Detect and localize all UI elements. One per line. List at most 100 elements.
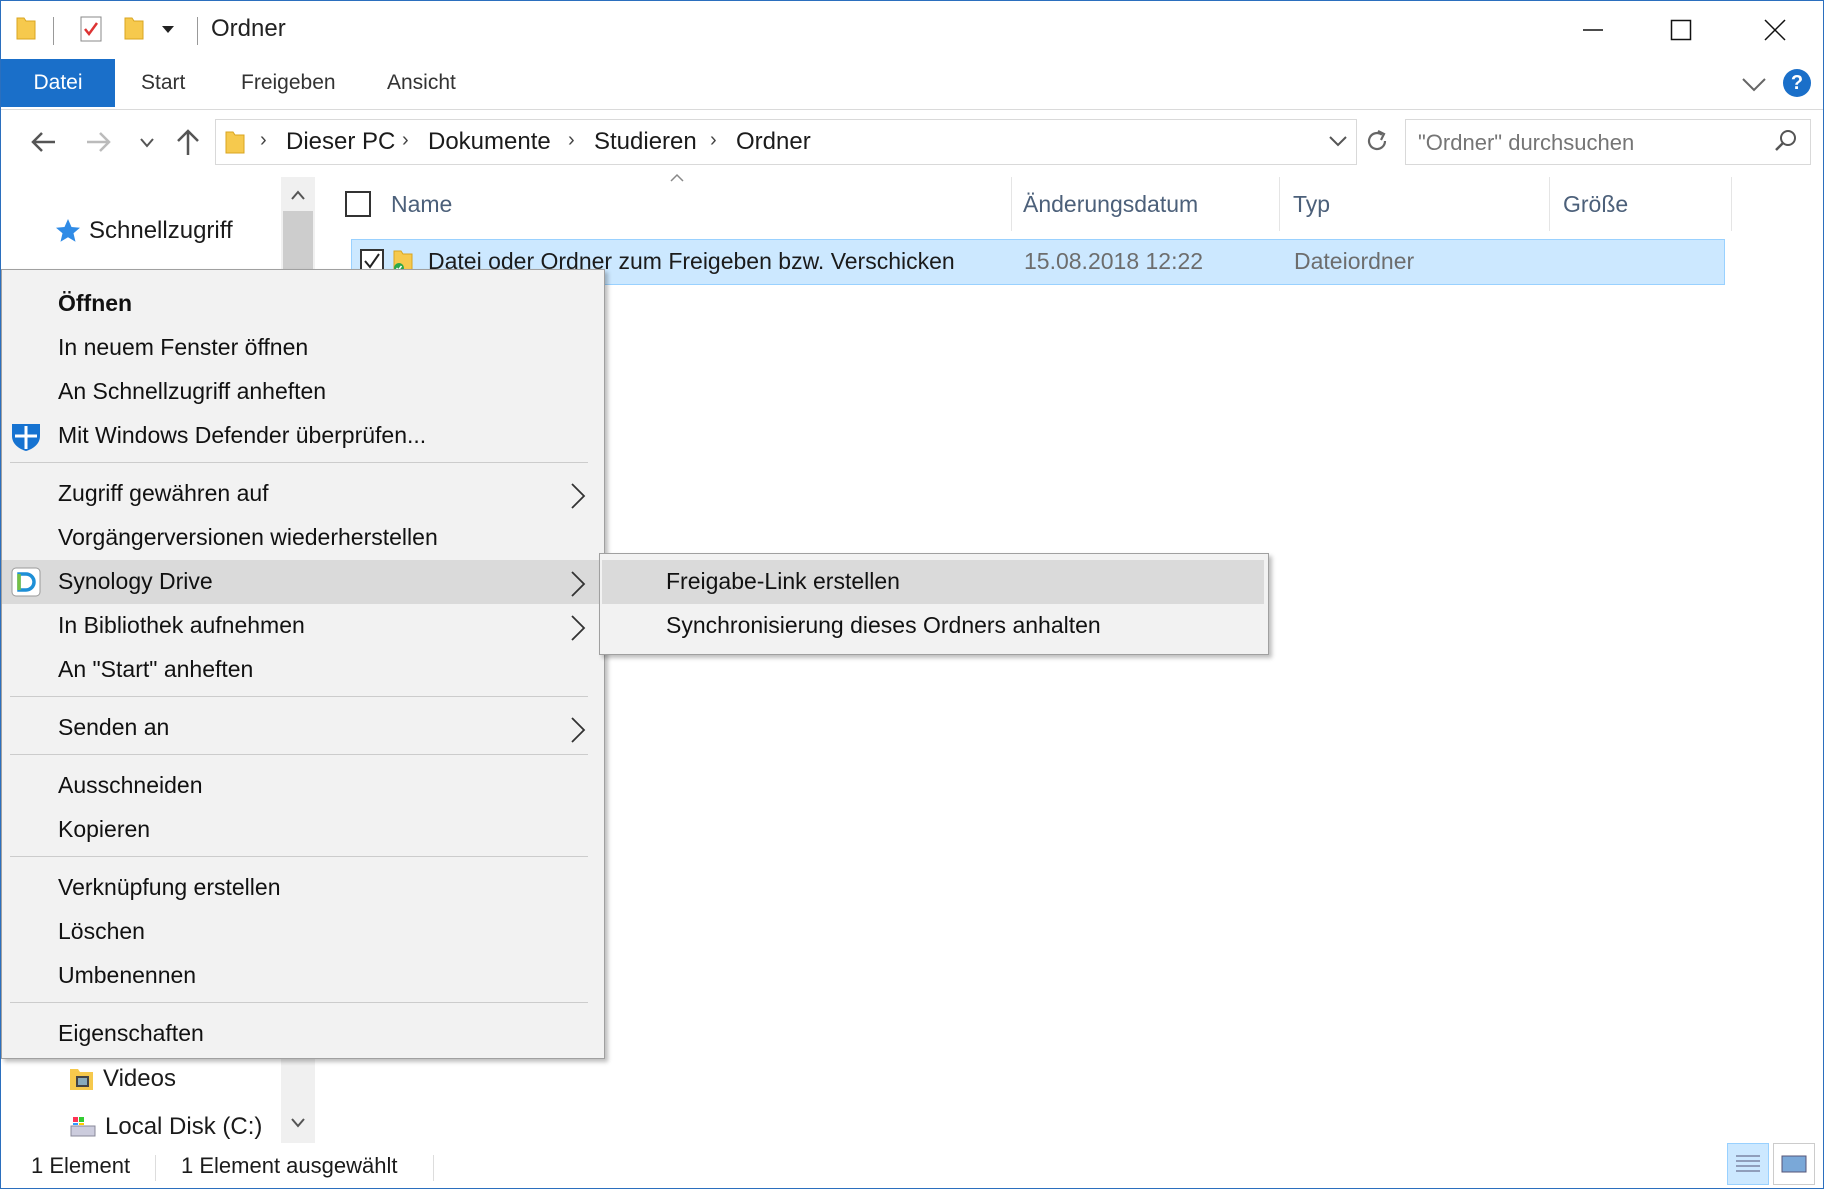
up-arrow-icon[interactable] [175, 127, 201, 157]
ribbon-tabs: Datei Start Freigeben Ansicht ? [1, 59, 1823, 110]
menu-item-label: An Schnellzugriff anheften [58, 378, 327, 404]
sort-ascending-icon [670, 173, 684, 182]
breadcrumb-separator-icon[interactable]: › [710, 129, 717, 152]
menu-separator [10, 754, 588, 755]
menu-item-label: Ausschneiden [58, 772, 203, 798]
breadcrumb-separator-icon[interactable]: › [568, 129, 575, 152]
status-divider [155, 1155, 156, 1181]
nav-item-label: Local Disk (C:) [105, 1113, 263, 1140]
large-icons-view-button[interactable] [1773, 1143, 1815, 1185]
refresh-icon [1367, 130, 1387, 151]
menu-item-oeffnen[interactable]: Öffnen [2, 282, 604, 326]
menu-item-loeschen[interactable]: Löschen [2, 910, 604, 954]
menu-item-verknuepfung[interactable]: Verknüpfung erstellen [2, 866, 604, 910]
status-item-count: 1 Element [31, 1153, 131, 1178]
menu-item-defender[interactable]: Mit Windows Defender überprüfen... [2, 414, 604, 458]
select-all-checkbox[interactable] [345, 191, 371, 217]
window-title: Ordner [211, 15, 286, 42]
tab-freigeben[interactable]: Freigeben [215, 59, 362, 107]
menu-item-label: An "Start" anheften [58, 656, 254, 682]
refresh-button[interactable] [1357, 119, 1397, 163]
menu-item-zugriff-gewaehren[interactable]: Zugriff gewähren auf [2, 472, 604, 516]
new-folder-icon[interactable] [123, 15, 145, 41]
menu-item-neues-fenster[interactable]: In neuem Fenster öffnen [2, 326, 604, 370]
menu-item-vorgaengerversionen[interactable]: Vorgängerversionen wiederherstellen [2, 516, 604, 560]
submenu-arrow-icon [571, 615, 586, 641]
column-divider[interactable] [1549, 177, 1550, 231]
menu-item-schnellzugriff-anheften[interactable]: An Schnellzugriff anheften [2, 370, 604, 414]
forward-arrow-icon[interactable] [85, 129, 113, 155]
status-selected-count: 1 Element ausgewählt [181, 1153, 398, 1178]
minimize-button[interactable] [1549, 1, 1637, 59]
menu-item-label: Öffnen [58, 290, 133, 316]
nav-item-label: Schnellzugriff [89, 217, 233, 244]
nav-item-label: Videos [103, 1065, 176, 1092]
address-history-chevron-icon[interactable] [1328, 134, 1348, 148]
nav-item-schnellzugriff[interactable]: Schnellzugriff [55, 217, 233, 245]
column-divider[interactable] [1011, 177, 1012, 231]
expand-ribbon-icon[interactable] [1741, 75, 1767, 95]
breadcrumb-ordner[interactable]: Ordner [736, 128, 811, 156]
breadcrumb-studieren[interactable]: Studieren [594, 128, 697, 156]
title-separator [197, 17, 198, 45]
menu-separator [10, 856, 588, 857]
menu-item-eigenschaften[interactable]: Eigenschaften [2, 1012, 604, 1056]
scroll-up-icon[interactable] [290, 189, 306, 201]
submenu-item-freigabe-link[interactable]: Freigabe-Link erstellen [602, 560, 1264, 604]
scroll-down-icon[interactable] [290, 1117, 306, 1129]
breadcrumb-dokumente[interactable]: Dokumente [428, 128, 551, 156]
check-icon [364, 253, 380, 269]
close-button[interactable] [1731, 1, 1819, 59]
drive-icon [70, 1117, 96, 1137]
breadcrumb-dieser-pc[interactable]: Dieser PC [286, 128, 395, 156]
synology-submenu: Freigabe-Link erstellen Synchronisierung… [599, 553, 1269, 655]
column-divider[interactable] [1731, 177, 1732, 231]
details-view-icon [1736, 1155, 1760, 1172]
nav-item-local-disk[interactable]: Local Disk (C:) [69, 1113, 262, 1141]
status-bar: 1 Element 1 Element ausgewählt [1, 1145, 1823, 1188]
details-view-button[interactable] [1727, 1143, 1769, 1185]
menu-item-label: Kopieren [58, 816, 151, 842]
search-box[interactable] [1405, 119, 1811, 165]
column-header-name[interactable]: Name [391, 177, 452, 231]
tab-start[interactable]: Start [115, 59, 211, 107]
menu-item-label: Umbenennen [58, 962, 197, 988]
tab-ansicht[interactable]: Ansicht [361, 59, 482, 107]
menu-separator [10, 696, 588, 697]
folder-icon [16, 17, 36, 40]
menu-item-label: Eigenschaften [58, 1020, 204, 1046]
column-header-size[interactable]: Größe [1563, 177, 1628, 231]
menu-item-synology-drive[interactable]: Synology Drive [2, 560, 604, 604]
menu-item-label: In neuem Fenster öffnen [58, 334, 309, 360]
title-separator [53, 17, 54, 45]
submenu-item-sync-anhalten[interactable]: Synchronisierung dieses Ordners anhalten [600, 604, 1268, 648]
column-header-type[interactable]: Typ [1293, 177, 1330, 231]
submenu-item-label: Freigabe-Link erstellen [666, 568, 900, 594]
menu-item-kopieren[interactable]: Kopieren [2, 808, 604, 852]
menu-item-ausschneiden[interactable]: Ausschneiden [2, 764, 604, 808]
properties-checkmark-icon[interactable] [79, 15, 103, 43]
scrollbar-thumb[interactable] [283, 211, 313, 271]
nav-item-videos[interactable]: Videos [69, 1065, 176, 1093]
menu-item-label: Zugriff gewähren auf [58, 480, 269, 506]
address-bar[interactable]: › Dieser PC › Dokumente › Studieren › Or… [215, 119, 1357, 165]
context-menu: Öffnen In neuem Fenster öffnen An Schnel… [1, 269, 605, 1059]
recent-locations-chevron-icon[interactable] [139, 137, 155, 149]
column-header-date[interactable]: Änderungsdatum [1023, 177, 1198, 231]
maximize-button[interactable] [1637, 1, 1725, 59]
help-button[interactable]: ? [1783, 69, 1811, 97]
menu-item-umbenennen[interactable]: Umbenennen [2, 954, 604, 998]
search-input[interactable] [1416, 122, 1760, 164]
minimize-icon [1583, 29, 1603, 31]
quick-access-dropdown-icon[interactable] [161, 23, 175, 35]
back-arrow-icon[interactable] [29, 129, 57, 155]
folder-icon [225, 131, 245, 154]
breadcrumb-separator-icon[interactable]: › [402, 129, 409, 152]
menu-item-start-anheften[interactable]: An "Start" anheften [2, 648, 604, 692]
column-divider[interactable] [1279, 177, 1280, 231]
menu-item-senden-an[interactable]: Senden an [2, 706, 604, 750]
tab-datei[interactable]: Datei [1, 59, 115, 107]
file-type: Dateiordner [1294, 248, 1415, 274]
search-icon[interactable] [1774, 128, 1798, 152]
menu-item-bibliothek[interactable]: In Bibliothek aufnehmen [2, 604, 604, 648]
